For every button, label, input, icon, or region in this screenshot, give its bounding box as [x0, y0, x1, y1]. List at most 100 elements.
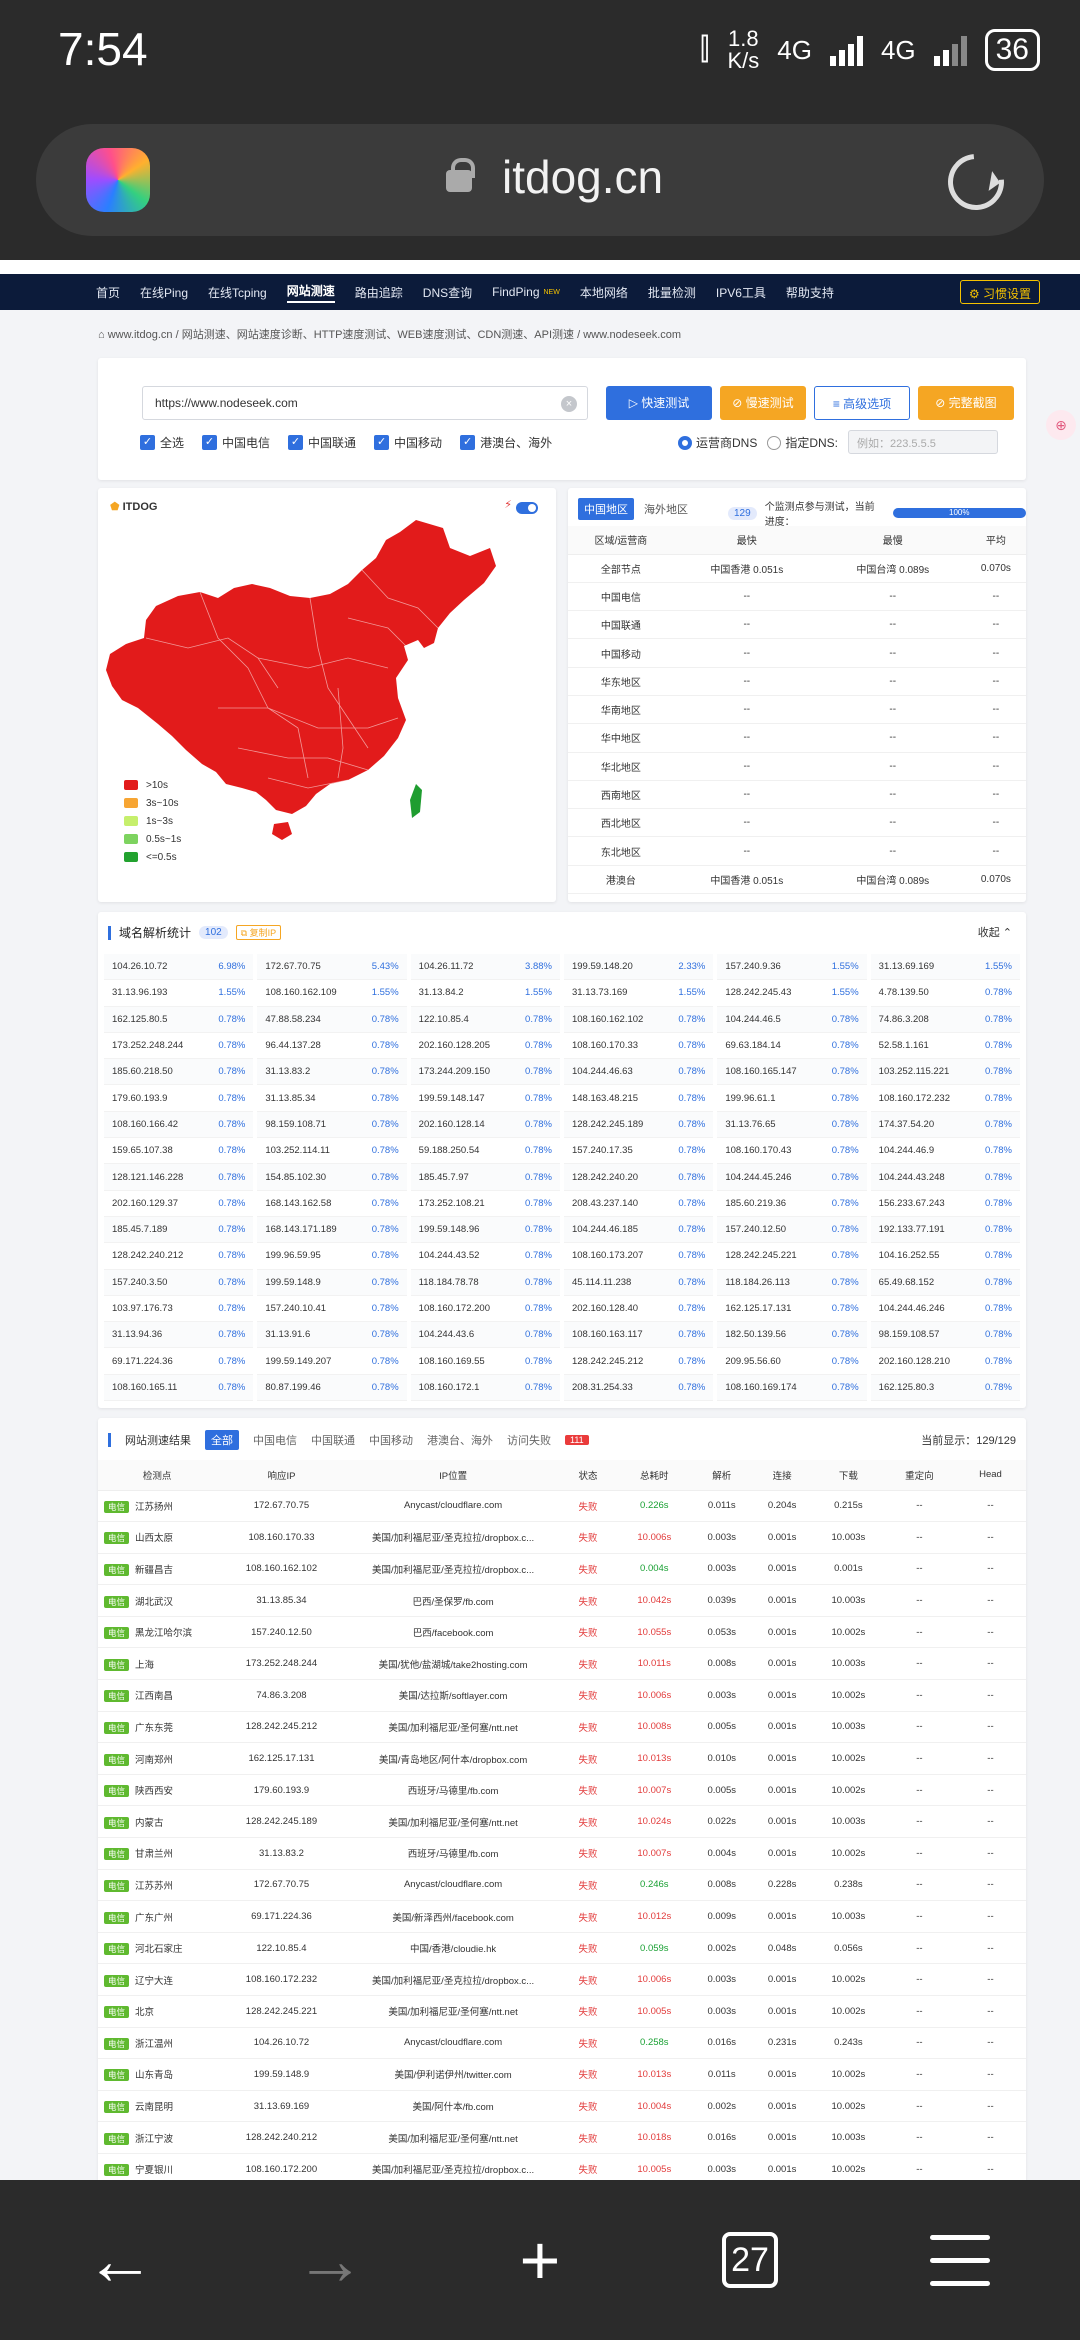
result-row[interactable]: 电信 江西南昌 74.86.3.208 美国/达拉斯/softlayer.com 失败 1…: [98, 1679, 1026, 1712]
result-row[interactable]: 电信 宁夏银川 108.160.172.200 美国/加利福尼亚/圣克拉拉/dropb…: [98, 2153, 1026, 2180]
forward-button[interactable]: →: [290, 2220, 370, 2300]
dns-ip-cell[interactable]: 157.240.3.50 0.78%: [104, 1269, 254, 1296]
filter-2[interactable]: 中国联通: [311, 1432, 355, 1448]
dns-operator-radio[interactable]: 运营商DNS: [678, 434, 757, 451]
filter-3[interactable]: 中国移动: [369, 1432, 413, 1448]
dns-ip-cell[interactable]: 128.121.146.228 0.78%: [104, 1164, 254, 1191]
tabs-button[interactable]: 27: [710, 2220, 790, 2300]
collapse-button[interactable]: 收起 ⌃: [978, 924, 1012, 940]
dns-ip-cell[interactable]: 98.159.108.71 0.78%: [257, 1111, 407, 1139]
checkbox-0[interactable]: ✓ 全选: [140, 434, 184, 451]
dns-ip-cell[interactable]: 103.252.115.221 0.78%: [870, 1059, 1020, 1086]
fast-test-button[interactable]: ▷ 快速测试: [606, 386, 712, 420]
result-row[interactable]: 电信 甘肃兰州 31.13.83.2 西班牙/马德里/fb.com 失败 10.007s 0…: [98, 1837, 1026, 1870]
dns-ip-cell[interactable]: 80.87.199.46 0.78%: [257, 1374, 407, 1402]
dns-ip-cell[interactable]: 104.244.46.63 0.78%: [563, 1059, 714, 1086]
dns-ip-cell[interactable]: 157.240.12.50 0.78%: [717, 1216, 867, 1244]
nav-item-7[interactable]: 本地网络: [580, 284, 628, 301]
dns-ip-cell[interactable]: 162.125.80.3 0.78%: [870, 1374, 1020, 1402]
dns-ip-cell[interactable]: 108.160.169.174 0.78%: [717, 1374, 867, 1402]
dns-ip-cell[interactable]: 96.44.137.28 0.78%: [257, 1033, 407, 1060]
nav-item-2[interactable]: 在线Tcping: [208, 284, 267, 301]
tab-china[interactable]: 中国地区: [578, 498, 634, 520]
dns-ip-cell[interactable]: 103.97.176.73 0.78%: [104, 1296, 254, 1323]
full-screenshot-button[interactable]: ⊘ 完整截图: [918, 386, 1014, 420]
dns-ip-cell[interactable]: 128.242.245.43 1.55%: [717, 980, 867, 1007]
dns-ip-cell[interactable]: 104.244.46.246 0.78%: [870, 1296, 1020, 1323]
result-row[interactable]: 电信 云南昆明 31.13.69.169 美国/阿什本/fb.com 失败 10.004s…: [98, 2090, 1026, 2123]
dns-ip-cell[interactable]: 69.171.224.36 0.78%: [104, 1348, 254, 1375]
back-button[interactable]: ←: [80, 2220, 160, 2300]
dns-ip-cell[interactable]: 31.13.83.2 0.78%: [257, 1059, 407, 1086]
address-bar[interactable]: itdog.cn: [36, 124, 1044, 236]
nav-item-9[interactable]: IPV6工具: [716, 284, 766, 301]
dns-ip-cell[interactable]: 118.184.78.78 0.78%: [410, 1269, 560, 1296]
slow-test-button[interactable]: ⊘ 慢速测试: [720, 386, 806, 420]
breadcrumb-section[interactable]: 网站测速、网站速度诊断、HTTP速度测试、WEB速度测试、CDN测速、API测速: [182, 329, 574, 341]
dns-ip-cell[interactable]: 199.59.148.96 0.78%: [410, 1216, 560, 1244]
result-row[interactable]: 电信 黑龙江哈尔滨 157.240.12.50 巴西/facebook.com 失败 10…: [98, 1616, 1026, 1649]
filter-5[interactable]: 访问失败: [507, 1432, 551, 1448]
result-row[interactable]: 电信 浙江温州 104.26.10.72 Anycast/cloudflare.com…: [98, 2027, 1026, 2060]
dns-ip-cell[interactable]: 202.160.128.14 0.78%: [410, 1111, 560, 1139]
dns-ip-cell[interactable]: 108.160.166.42 0.78%: [104, 1111, 254, 1139]
dns-ip-cell[interactable]: 108.160.172.200 0.78%: [410, 1296, 560, 1323]
dns-ip-cell[interactable]: 65.49.68.152 0.78%: [870, 1269, 1020, 1296]
dns-ip-cell[interactable]: 104.16.252.55 0.78%: [870, 1243, 1020, 1270]
dns-ip-cell[interactable]: 179.60.193.9 0.78%: [104, 1085, 254, 1112]
clear-icon[interactable]: ×: [561, 396, 577, 412]
dns-ip-cell[interactable]: 104.244.43.248 0.78%: [870, 1164, 1020, 1191]
settings-button[interactable]: ⚙ 习惯设置: [959, 280, 1040, 304]
dns-ip-cell[interactable]: 104.244.45.246 0.78%: [717, 1164, 867, 1191]
dns-ip-cell[interactable]: 108.160.162.102 0.78%: [563, 1006, 714, 1033]
dns-ip-cell[interactable]: 185.45.7.189 0.78%: [104, 1216, 254, 1244]
dns-ip-cell[interactable]: 199.59.148.9 0.78%: [257, 1269, 407, 1296]
dns-ip-cell[interactable]: 108.160.169.55 0.78%: [410, 1348, 560, 1375]
result-row[interactable]: 电信 上海 173.252.248.244 美国/犹他/盐湖城/take2hostin…: [98, 1647, 1026, 1681]
dns-ip-cell[interactable]: 209.95.56.60 0.78%: [717, 1348, 867, 1375]
dns-ip-cell[interactable]: 154.85.102.30 0.78%: [257, 1164, 407, 1191]
dns-ip-cell[interactable]: 74.86.3.208 0.78%: [870, 1006, 1020, 1033]
dns-ip-cell[interactable]: 199.59.149.207 0.78%: [257, 1348, 407, 1375]
checkbox-1[interactable]: ✓ 中国电信: [202, 434, 270, 451]
result-row[interactable]: 电信 广东广州 69.171.224.36 美国/新泽西州/facebook.com 失…: [98, 1900, 1026, 1933]
dns-ip-cell[interactable]: 108.160.163.117 0.78%: [563, 1322, 714, 1349]
dns-ip-cell[interactable]: 199.59.148.20 2.33%: [563, 954, 714, 981]
dns-ip-cell[interactable]: 202.160.128.40 0.78%: [563, 1296, 714, 1323]
dns-ip-cell[interactable]: 185.60.219.36 0.78%: [717, 1191, 867, 1217]
dns-ip-cell[interactable]: 59.188.250.54 0.78%: [410, 1138, 560, 1165]
dns-ip-cell[interactable]: 202.160.128.205 0.78%: [410, 1033, 560, 1060]
result-row[interactable]: 电信 江苏扬州 172.67.70.75 Anycast/cloudflare.com…: [98, 1490, 1026, 1523]
dns-ip-cell[interactable]: 173.244.209.150 0.78%: [410, 1059, 560, 1086]
dns-ip-cell[interactable]: 31.13.73.169 1.55%: [563, 980, 714, 1007]
nav-item-6[interactable]: FindPing: [492, 285, 539, 299]
dns-ip-cell[interactable]: 159.65.107.38 0.78%: [104, 1138, 254, 1165]
checkbox-2[interactable]: ✓ 中国联通: [288, 434, 356, 451]
result-row[interactable]: 电信 河南郑州 162.125.17.131 美国/青岛地区/阿什本/dropbox.…: [98, 1742, 1026, 1775]
result-row[interactable]: 电信 新疆昌吉 108.160.162.102 美国/加利福尼亚/圣克拉拉/dropb…: [98, 1553, 1026, 1586]
result-row[interactable]: 电信 辽宁大连 108.160.172.232 美国/加利福尼亚/圣克拉拉/dropb…: [98, 1963, 1026, 1996]
dns-ip-cell[interactable]: 208.31.254.33 0.78%: [563, 1374, 714, 1402]
dns-ip-cell[interactable]: 118.184.26.113 0.78%: [717, 1269, 867, 1296]
dns-ip-cell[interactable]: 47.88.58.234 0.78%: [257, 1006, 407, 1033]
dns-ip-cell[interactable]: 182.50.139.56 0.78%: [717, 1322, 867, 1349]
dns-ip-cell[interactable]: 172.67.70.75 5.43%: [257, 954, 407, 981]
dns-ip-cell[interactable]: 157.240.17.35 0.78%: [563, 1138, 714, 1165]
dns-ip-cell[interactable]: 45.114.11.238 0.78%: [563, 1269, 714, 1296]
reload-icon[interactable]: [936, 142, 1016, 222]
breadcrumb-home[interactable]: www.itdog.cn: [108, 329, 173, 341]
result-row[interactable]: 电信 河北石家庄 122.10.85.4 中国/香港/cloudie.hk 失败 0.05…: [98, 1932, 1026, 1965]
dns-ip-cell[interactable]: 108.160.170.33 0.78%: [563, 1033, 714, 1060]
dns-ip-cell[interactable]: 173.252.248.244 0.78%: [104, 1033, 254, 1060]
dns-ip-cell[interactable]: 31.13.94.36 0.78%: [104, 1322, 254, 1349]
result-row[interactable]: 电信 江苏苏州 172.67.70.75 Anycast/cloudflare.com…: [98, 1869, 1026, 1902]
dns-ip-cell[interactable]: 208.43.237.140 0.78%: [563, 1191, 714, 1217]
dns-ip-cell[interactable]: 202.160.128.210 0.78%: [870, 1348, 1020, 1375]
dns-ip-cell[interactable]: 122.10.85.4 0.78%: [410, 1006, 560, 1033]
dns-ip-cell[interactable]: 108.160.170.43 0.78%: [717, 1138, 867, 1165]
dns-ip-cell[interactable]: 98.159.108.57 0.78%: [870, 1322, 1020, 1349]
dns-input[interactable]: 例如：223.5.5.5: [848, 430, 999, 454]
nav-item-5[interactable]: DNS查询: [423, 284, 472, 301]
nav-item-10[interactable]: 帮助支持: [786, 284, 834, 301]
copilot-icon[interactable]: [86, 148, 150, 212]
